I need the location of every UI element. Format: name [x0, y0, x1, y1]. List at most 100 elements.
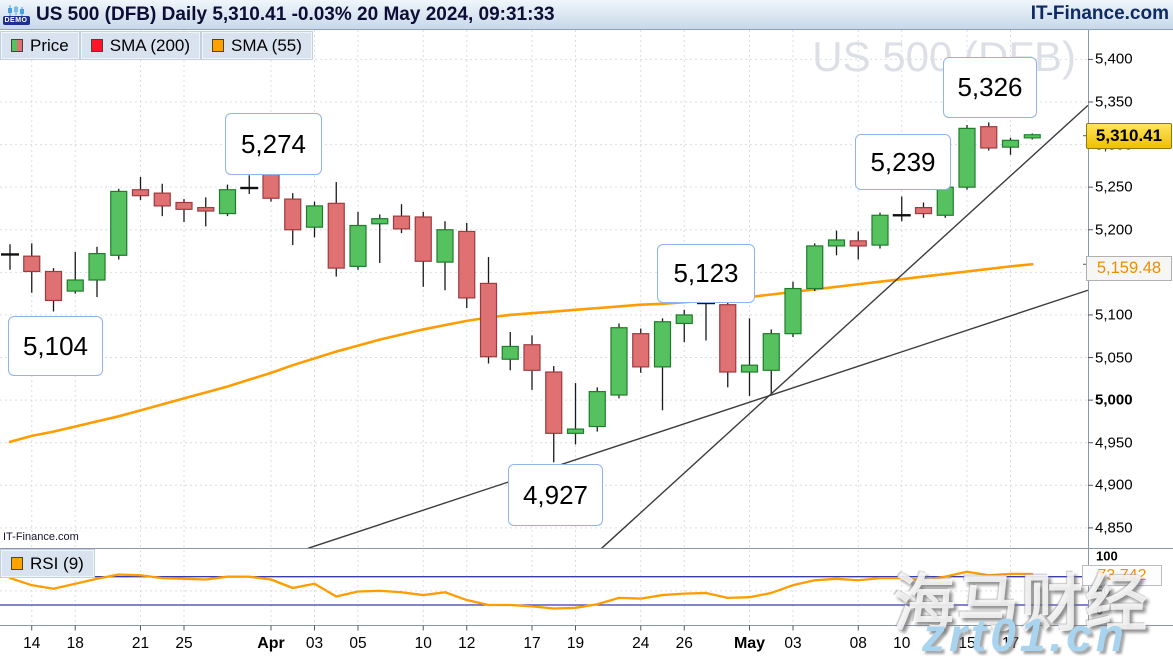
candle — [720, 300, 736, 388]
time-axis-tick-label: 24 — [632, 635, 649, 653]
price-axis-tick-label: 5,000 — [1095, 392, 1133, 409]
candle — [133, 177, 149, 200]
legend-price-label: Price — [30, 36, 69, 56]
candle — [111, 189, 127, 260]
candle — [328, 182, 344, 277]
candle — [872, 213, 888, 249]
time-axis-tick-label: 18 — [67, 635, 84, 653]
candle — [415, 212, 431, 287]
candle — [763, 329, 779, 394]
time-axis-tick-label: 17 — [523, 635, 540, 653]
time-axis-tick-label: 21 — [132, 635, 149, 653]
price-callout: 5,326 — [943, 57, 1037, 118]
price-axis-tick-label: 5,100 — [1095, 306, 1133, 323]
candle — [240, 175, 258, 194]
demo-badge: DEMO — [3, 16, 30, 25]
candle — [437, 221, 453, 290]
time-axis-tick-label: 03 — [306, 635, 323, 653]
candle — [893, 197, 911, 222]
sma55-swatch-icon — [212, 39, 224, 52]
time-axis-tick-label: 26 — [676, 635, 693, 653]
candle — [850, 231, 866, 259]
current-price-axis-label: 5,310.41 — [1086, 123, 1172, 149]
legend-rsi-label: RSI (9) — [30, 554, 84, 574]
time-axis-tick-label: 19 — [567, 635, 584, 653]
candle — [285, 193, 301, 245]
candle — [46, 268, 62, 311]
time-axis-tick-label: 03 — [784, 635, 801, 653]
candle — [1003, 138, 1019, 155]
time-axis-tick-label: Apr — [257, 635, 285, 653]
time-axis-tick-label: May — [734, 635, 765, 653]
candle — [981, 122, 997, 150]
chart-title: US 500 (DFB) Daily 5,310.41 -0.03% 20 Ma… — [36, 4, 555, 26]
candle — [394, 204, 410, 233]
price-axis-tick-label: 5,350 — [1095, 93, 1133, 110]
candle — [220, 185, 236, 217]
sma200-swatch-icon — [91, 39, 103, 52]
rsi-swatch-icon — [11, 557, 23, 570]
candle — [154, 184, 170, 216]
candle — [611, 323, 627, 398]
legend-sma200[interactable]: SMA (200) — [81, 32, 200, 59]
time-axis-tick-label: 10 — [415, 635, 432, 653]
time-axis-tick-label: 12 — [458, 635, 475, 653]
site-watermark: zrt01.cn — [922, 608, 1128, 660]
time-axis-tick-label: 05 — [349, 635, 366, 653]
brand-logo: IT-Finance.com — [1031, 3, 1169, 25]
price-axis-tick-label: 5,400 — [1095, 51, 1133, 68]
legend-price[interactable]: Price — [1, 32, 79, 59]
candle — [307, 202, 323, 238]
rsi-legend-row: RSI (9) — [1, 550, 94, 577]
candle — [1024, 133, 1040, 139]
trendline[interactable] — [602, 105, 1088, 548]
price-callout: 5,123 — [657, 244, 755, 303]
candle — [198, 197, 214, 226]
price-axis-tick-label: 4,950 — [1095, 434, 1133, 451]
candle — [481, 257, 497, 363]
sma55-line — [10, 264, 1032, 442]
price-callout: 5,274 — [225, 113, 322, 175]
legend-sma200-label: SMA (200) — [110, 36, 190, 56]
legend-sma55[interactable]: SMA (55) — [202, 32, 312, 59]
candle — [1, 244, 19, 270]
chart-application-window: US 500 (DFB) DEMO US 500 (DFB) Daily 5,3… — [0, 0, 1173, 660]
candle — [568, 383, 584, 444]
legend-sma55-label: SMA (55) — [231, 36, 302, 56]
candle — [676, 310, 692, 342]
price-swatch-icon — [11, 39, 23, 52]
time-axis-tick-label: 25 — [175, 635, 192, 653]
price-axis-tick-label: 4,900 — [1095, 477, 1133, 494]
sma55-axis-label: 5,159.48 — [1086, 256, 1172, 281]
indicator-legend-row: Price SMA (200) SMA (55) — [1, 32, 312, 59]
candle — [350, 212, 366, 270]
candle — [807, 243, 823, 291]
candle — [916, 202, 932, 217]
axes — [0, 30, 1173, 631]
candle — [524, 335, 540, 390]
candle — [459, 223, 475, 308]
price-axis-tick-label: 5,250 — [1095, 179, 1133, 196]
candle — [89, 247, 105, 297]
candle — [546, 366, 562, 462]
candle — [372, 214, 388, 263]
candle — [589, 387, 605, 431]
price-callout: 5,239 — [855, 134, 951, 190]
price-axis-tick-label: 5,050 — [1095, 349, 1133, 366]
price-callout: 5,104 — [8, 316, 103, 376]
candle — [785, 282, 801, 337]
time-axis-tick-label: 08 — [850, 635, 867, 653]
candle — [176, 199, 192, 222]
time-axis-tick-label: 14 — [23, 635, 40, 653]
candle — [959, 125, 975, 190]
title-bar: DEMO US 500 (DFB) Daily 5,310.41 -0.03% … — [0, 0, 1173, 30]
itfinance-watermark: IT-Finance.com — [3, 531, 79, 543]
price-axis-tick-label: 4,850 — [1095, 519, 1133, 536]
gridlines — [0, 30, 1088, 626]
price-axis-tick-label: 5,200 — [1095, 221, 1133, 238]
candle — [633, 329, 649, 373]
candle — [24, 243, 40, 292]
legend-rsi[interactable]: RSI (9) — [1, 550, 94, 577]
candle — [655, 318, 671, 410]
candle — [829, 231, 845, 256]
